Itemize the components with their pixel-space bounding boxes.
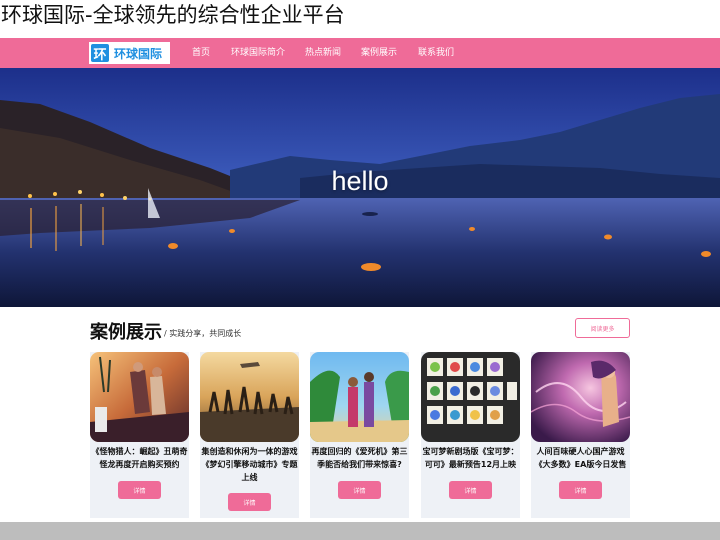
case-card-title: 集创造和休闲为一体的游戏《梦幻引擎移动城市》专题上线 (201, 447, 298, 482)
case-card-title: 宝可梦新剧场版《宝可梦：可可》最新预告12月上映 (422, 447, 519, 469)
hero-text: hello (331, 166, 389, 196)
logo-text: 环球国际 (114, 46, 163, 61)
read-more-button[interactable]: 阅读更多 (575, 318, 630, 338)
case-image-pokemon-grid[interactable] (421, 352, 520, 442)
nav-item-news[interactable]: 热点新闻 (305, 38, 341, 68)
top-navbar: 环 环球国际 首页 环球国际简介 热点新闻 案例展示 联系我们 (0, 38, 720, 68)
case-detail-button[interactable]: 详情 (559, 481, 602, 499)
case-card-title: 《怪物猎人：崛起》丑萌奇怪龙再度开启购买预约 (91, 447, 188, 469)
case-detail-button[interactable]: 详情 (338, 481, 381, 499)
case-card[interactable]: 再度回归的《爱死机》第三季能否给我们带来惊喜? 详情 (310, 352, 409, 518)
cases-section-title: 案例展示 (90, 322, 162, 343)
nav-item-about[interactable]: 环球国际简介 (231, 38, 285, 68)
page-heading: 环球国际-全球领先的综合性企业平台 (1, 3, 345, 27)
case-image-tropical-dancers[interactable] (310, 352, 409, 442)
footer-bar (0, 522, 720, 540)
case-card[interactable]: 宝可梦新剧场版《宝可梦：可可》最新预告12月上映 详情 (421, 352, 520, 518)
case-detail-button[interactable]: 详情 (449, 481, 492, 499)
site-logo[interactable]: 环 环球国际 (89, 42, 170, 64)
nav-item-home[interactable]: 首页 (192, 38, 210, 68)
case-image-fantasy-woman[interactable] (531, 352, 630, 442)
case-card[interactable]: 人间百味硬人心国产游戏《大多数》EA版今日发售 详情 (531, 352, 630, 518)
case-card[interactable]: 《怪物猎人：崛起》丑萌奇怪龙再度开启购买预约 详情 (90, 352, 189, 518)
hero-banner: hello (0, 68, 720, 307)
case-detail-button[interactable]: 详情 (228, 493, 271, 511)
case-image-crowd-war-scene[interactable] (200, 352, 299, 442)
case-card-title: 再度回归的《爱死机》第三季能否给我们带来惊喜? (311, 447, 408, 469)
logo-mark-icon: 环 (91, 44, 109, 63)
case-card-title: 人间百味硬人心国产游戏《大多数》EA版今日发售 (534, 447, 627, 469)
nav-item-cases[interactable]: 案例展示 (361, 38, 397, 68)
cases-section-subtitle: / 实践分享，共同成长 (164, 329, 242, 338)
case-card[interactable]: 集创造和休闲为一体的游戏《梦幻引擎移动城市》专题上线 详情 (200, 352, 299, 518)
nav-item-contact[interactable]: 联系我们 (418, 38, 454, 68)
case-image-gta-poster[interactable] (90, 352, 189, 442)
case-detail-button[interactable]: 详情 (118, 481, 161, 499)
